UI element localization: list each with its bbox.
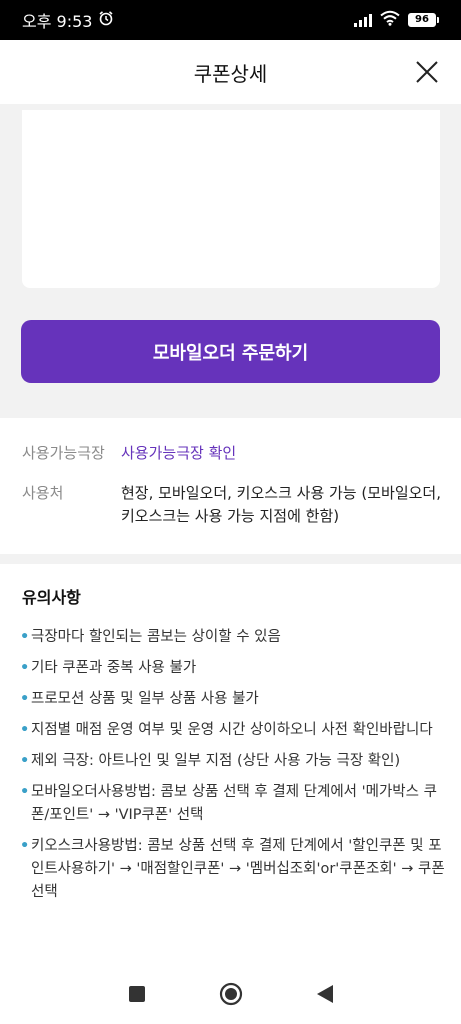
coupon-info: 사용가능극장 사용가능극장 확인 사용처 현장, 모바일오더, 키오스크 사용 … (0, 418, 461, 554)
list-item: • 키오스크사용방법: 콤보 상품 선택 후 결제 단계에서 '할인쿠폰 및 포인… (20, 838, 445, 900)
usage-value: 현장, 모바일오더, 키오스크 사용 가능 (모바일오더, 키오스크는 사용 가… (121, 484, 441, 525)
status-bar: 오후 9:53 96 (0, 0, 461, 40)
home-icon[interactable] (218, 981, 244, 1007)
usage-label: 사용처 (22, 484, 64, 502)
list-item: • 기타 쿠폰과 중복 사용 불가 (20, 660, 197, 676)
list-item: • 모바일오더사용방법: 콤보 상품 선택 후 결제 단계에서 '메가박스 쿠폰/… (20, 784, 437, 823)
battery-level: 96 (408, 13, 436, 27)
list-item: • 프로모션 상품 및 일부 상품 사용 불가 (20, 691, 259, 707)
mobile-order-button[interactable]: 모바일오더 주문하기 (21, 320, 440, 383)
list-item: • 지점별 매점 운영 여부 및 운영 시간 상이하오니 사전 확인바랍니다 (20, 722, 433, 738)
list-item: • 제외 극장: 아트나인 및 일부 지점 (상단 사용 가능 극장 확인) (20, 753, 401, 769)
wifi-icon (380, 10, 400, 30)
alarm-icon (98, 10, 114, 30)
info-row-theater: 사용가능극장 사용가능극장 확인 (22, 442, 441, 465)
theater-label: 사용가능극장 (22, 444, 105, 462)
status-left: 오후 9:53 (22, 8, 114, 32)
battery-icon: 96 (408, 13, 439, 27)
notes-title: 유의사항 (22, 588, 81, 607)
signal-icon (354, 13, 372, 27)
system-nav-bar (0, 964, 461, 1024)
page-title: 쿠폰상세 (193, 61, 268, 86)
notes-list: • 극장마다 할인되는 콤보는 상이할 수 있음 • 기타 쿠폰과 중복 사용 불가… (20, 626, 445, 912)
theater-check-link[interactable]: 사용가능극장 확인 (121, 442, 441, 465)
recents-icon[interactable] (124, 981, 150, 1007)
list-item: • 극장마다 할인되는 콤보는 상이할 수 있음 (20, 629, 281, 645)
status-time: 오후 9:53 (22, 12, 93, 31)
coupon-card (22, 110, 440, 288)
close-icon[interactable] (413, 58, 441, 86)
back-icon[interactable] (312, 981, 338, 1007)
coupon-area: 모바일오더 주문하기 (0, 104, 461, 418)
status-right: 96 (354, 10, 439, 30)
header: 쿠폰상세 (0, 40, 461, 104)
section-divider (0, 554, 461, 564)
info-row-usage: 사용처 현장, 모바일오더, 키오스크 사용 가능 (모바일오더, 키오스크는 … (22, 482, 441, 528)
